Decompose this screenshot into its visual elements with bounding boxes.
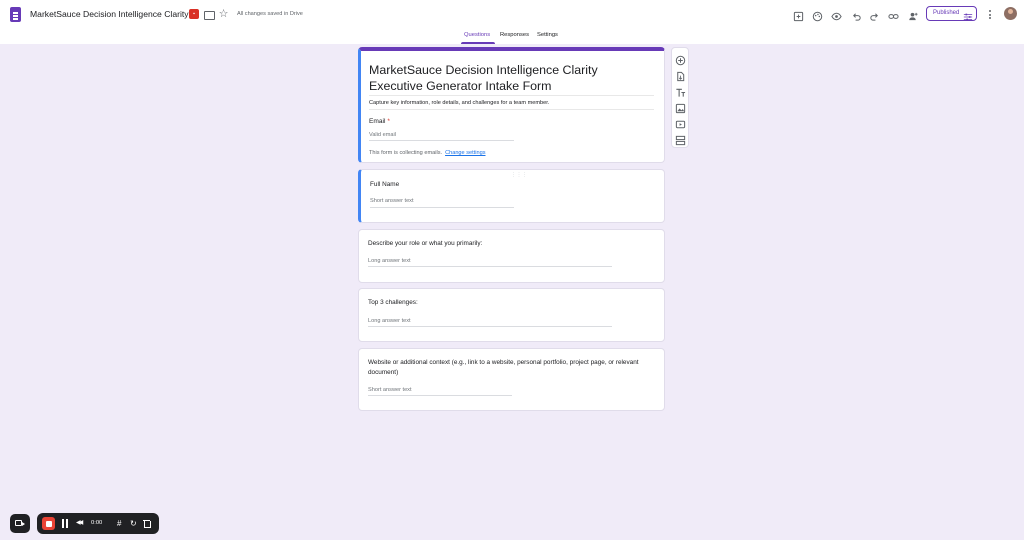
form-title-card[interactable]: MarketSauce Decision Intelligence Clarit…: [358, 47, 665, 163]
question-title[interactable]: Describe your role or what you primarily…: [368, 239, 653, 249]
camera-toggle-button[interactable]: [10, 514, 30, 533]
form-description[interactable]: Capture key information, role details, a…: [369, 100, 549, 106]
tab-questions[interactable]: Questions: [464, 32, 490, 38]
email-label: Email *: [369, 118, 390, 125]
stop-recording-button[interactable]: [42, 517, 55, 530]
import-questions-icon[interactable]: [675, 69, 686, 82]
saved-status: All changes saved in Drive: [237, 11, 303, 17]
star-icon[interactable]: ☆: [218, 9, 229, 20]
tab-settings[interactable]: Settings: [537, 32, 558, 38]
question-title[interactable]: Top 3 challenges:: [368, 298, 653, 308]
avatar[interactable]: [1004, 7, 1017, 20]
forms-app-icon[interactable]: [10, 7, 21, 22]
drag-handle-icon[interactable]: ⋮⋮⋮: [511, 172, 528, 178]
answer-placeholder: Long answer text: [368, 318, 411, 324]
pause-icon[interactable]: [62, 519, 69, 528]
collecting-emails-note: This form is collecting emails. Change se…: [369, 150, 486, 156]
published-label: Published: [933, 10, 960, 16]
tab-bar: Questions Responses Settings: [0, 30, 1024, 44]
email-input-line: [369, 140, 514, 141]
answer-placeholder: Short answer text: [368, 387, 412, 393]
question-card-website[interactable]: Website or additional context (e.g., lin…: [358, 348, 665, 411]
add-section-icon[interactable]: [675, 133, 686, 146]
change-settings-link[interactable]: Change settings: [445, 150, 485, 156]
top-bar: MarketSauce Decision Intelligence Clarit…: [0, 0, 1024, 44]
rewind-icon[interactable]: ◀◀: [76, 520, 83, 527]
add-video-icon[interactable]: [675, 117, 686, 129]
question-card-full-name[interactable]: ⋮⋮⋮ Full Name Short answer text: [358, 169, 665, 223]
description-underline: [369, 109, 654, 110]
required-mark: *: [387, 118, 390, 125]
restart-icon[interactable]: ↻: [130, 519, 137, 528]
add-collaborator-icon[interactable]: [907, 9, 918, 21]
tab-responses[interactable]: Responses: [500, 32, 529, 38]
answer-line: [368, 395, 512, 396]
camera-icon: [15, 520, 25, 526]
published-button[interactable]: Published: [926, 6, 977, 21]
answer-line: [368, 326, 612, 327]
title-underline: [369, 95, 654, 96]
trash-icon[interactable]: [143, 519, 151, 528]
more-vert-icon[interactable]: [988, 9, 991, 20]
document-title[interactable]: MarketSauce Decision Intelligence Clarit…: [30, 9, 198, 19]
title-badge-icon: ▪: [189, 9, 199, 19]
link-icon[interactable]: [888, 9, 899, 20]
redo-icon[interactable]: [869, 9, 880, 21]
tune-icon: [963, 9, 973, 21]
add-question-icon[interactable]: [675, 53, 686, 66]
folder-icon[interactable]: [203, 9, 215, 20]
question-card-challenges[interactable]: Top 3 challenges: Long answer text: [358, 288, 665, 342]
active-tab-indicator: [461, 42, 495, 44]
question-title[interactable]: Full Name: [370, 180, 655, 190]
answer-placeholder: Long answer text: [368, 258, 411, 264]
palette-icon[interactable]: [812, 9, 823, 22]
recording-controls: ◀◀ 0:00 # ↻: [37, 513, 159, 534]
grid-icon[interactable]: #: [117, 519, 121, 528]
answer-line: [370, 207, 514, 208]
undo-icon[interactable]: [851, 9, 862, 21]
answer-placeholder: Short answer text: [370, 198, 414, 204]
question-card-role[interactable]: Describe your role or what you primarily…: [358, 229, 665, 283]
preview-eye-icon[interactable]: [831, 9, 842, 21]
add-title-icon[interactable]: [675, 85, 686, 97]
question-title[interactable]: Website or additional context (e.g., lin…: [368, 358, 653, 378]
answer-line: [368, 266, 612, 267]
form-title[interactable]: MarketSauce Decision Intelligence Clarit…: [369, 62, 629, 94]
floating-toolbar: [671, 47, 689, 148]
add-image-icon[interactable]: [675, 101, 686, 114]
add-ons-icon[interactable]: [793, 9, 804, 22]
recording-timer: 0:00: [91, 520, 103, 526]
email-placeholder: Valid email: [369, 132, 396, 138]
